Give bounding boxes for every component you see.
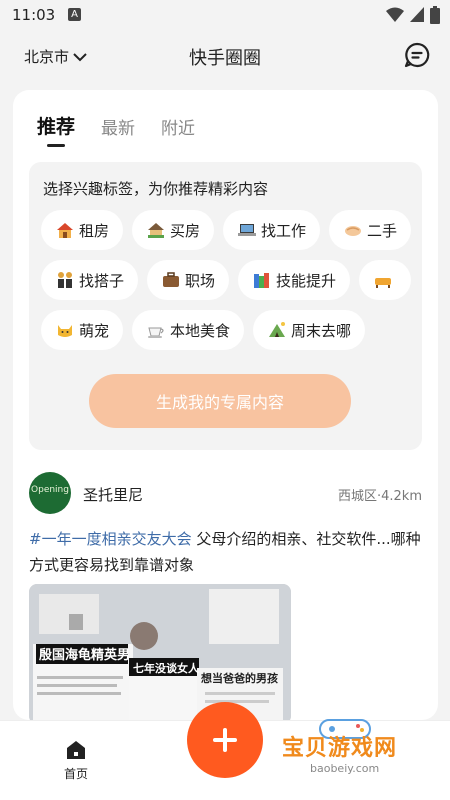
tag-label: 找搭子 — [79, 271, 125, 290]
tag-label: 萌宠 — [79, 321, 110, 340]
tag-label: 买房 — [170, 221, 201, 240]
tag-second-hand[interactable]: 二手 — [329, 210, 412, 250]
post-location: 西城区·4.2km — [338, 489, 422, 504]
plus-icon — [213, 728, 237, 752]
tab-label: 附近 — [161, 119, 196, 139]
tag-find-partner[interactable]: 找搭子 — [41, 260, 139, 300]
post-photo: 殷国海龟精英男 七年没谈女人 想当爸爸的男孩 — [29, 584, 291, 720]
tab-label: 最新 — [101, 119, 136, 139]
tag-local-food[interactable]: 本地美食 — [132, 310, 245, 350]
tag-pets[interactable]: 萌宠 — [41, 310, 124, 350]
tag-find-job[interactable]: 找工作 — [223, 210, 321, 250]
photo-caption: 殷国海龟精英男 — [39, 647, 130, 663]
generate-content-button[interactable]: 生成我的专属内容 — [89, 374, 351, 428]
handshake-icon — [345, 226, 362, 236]
tab-nearby[interactable]: 附近 — [161, 114, 195, 139]
tag-weekend[interactable]: 周末去哪 — [253, 310, 366, 350]
tab-bar: 推荐 最新 附近 — [37, 112, 195, 147]
photo-caption: 七年没谈女人 — [133, 661, 200, 675]
tag-home[interactable] — [359, 260, 412, 300]
tag-label: 租房 — [79, 221, 110, 240]
signal-icon — [410, 7, 424, 22]
camping-icon — [269, 322, 286, 337]
tab-latest[interactable]: 最新 — [101, 114, 135, 139]
tag-row: 租房 买房 找工作 二手 — [41, 210, 412, 250]
tag-label: 周末去哪 — [291, 321, 352, 340]
status-icons — [386, 6, 440, 24]
tag-label: 二手 — [367, 221, 398, 240]
tab-recommend[interactable]: 推荐 — [37, 112, 76, 147]
post-author[interactable]: 圣托里尼 — [83, 484, 143, 505]
battery-icon — [430, 6, 440, 24]
tag-skill-up[interactable]: 技能提升 — [238, 260, 351, 300]
nav-home-label: 首页 — [63, 767, 88, 781]
laptop-icon — [238, 224, 257, 236]
house-icon — [57, 223, 73, 238]
page-title: 快手圈圈 — [189, 48, 261, 69]
cat-icon — [58, 325, 72, 337]
sofa-icon — [375, 278, 392, 288]
watermark-url: baobeiy.com — [310, 762, 380, 775]
avatar[interactable]: Opening — [29, 472, 71, 514]
tag-row: 萌宠 本地美食 周末去哪 — [41, 310, 366, 350]
post-text: #一年一度相亲交友大会 父母介绍的相亲、社交软件...哪种方式更容易找到靠谱对象 — [29, 526, 422, 578]
tag-row: 找搭子 职场 技能提升 — [41, 260, 412, 300]
top-bar: 北京市 快手圈圈 — [0, 34, 450, 78]
tag-buy-house[interactable]: 买房 — [132, 210, 215, 250]
books-icon — [254, 273, 270, 288]
partners-icon — [58, 272, 72, 288]
photo-caption: 想当爸爸的男孩 — [200, 671, 278, 685]
site-watermark: 宝贝游戏网 baobeiy.com — [280, 712, 440, 788]
message-icon[interactable] — [404, 42, 430, 68]
tab-label: 推荐 — [37, 116, 76, 138]
tag-label: 技能提升 — [276, 271, 337, 290]
post-hashtag[interactable]: #一年一度相亲交友大会 — [29, 530, 192, 548]
notification-icon: A — [68, 8, 81, 21]
watermark-title: 宝贝游戏网 — [282, 736, 398, 761]
briefcase-icon — [163, 272, 180, 287]
content-card: 推荐 最新 附近 选择兴趣标签，为你推荐精彩内容 租房 买房 找工作 二手 找搭… — [13, 90, 438, 720]
tag-label: 职场 — [185, 271, 216, 290]
interest-panel: 选择兴趣标签，为你推荐精彩内容 租房 买房 找工作 二手 找搭子 职场 技能提升… — [29, 162, 422, 450]
avatar-text: Opening — [31, 485, 69, 495]
create-post-button[interactable] — [187, 702, 263, 778]
house-buy-icon — [148, 223, 165, 238]
tag-label: 本地美食 — [170, 321, 231, 340]
tag-workplace[interactable]: 职场 — [147, 260, 230, 300]
status-bar: 11:03 A — [0, 0, 450, 32]
home-icon — [67, 741, 85, 759]
interest-title: 选择兴趣标签，为你推荐精彩内容 — [43, 180, 269, 198]
tab-active-indicator — [47, 144, 65, 147]
wifi-icon — [386, 7, 404, 22]
tag-label: 找工作 — [261, 221, 307, 240]
tea-icon — [148, 327, 164, 338]
post-image[interactable]: 殷国海龟精英男 七年没谈女人 想当爸爸的男孩 — [29, 584, 291, 720]
status-time: 11:03 — [12, 6, 56, 24]
tag-rent[interactable]: 租房 — [41, 210, 124, 250]
nav-home[interactable]: 首页 — [54, 739, 98, 782]
